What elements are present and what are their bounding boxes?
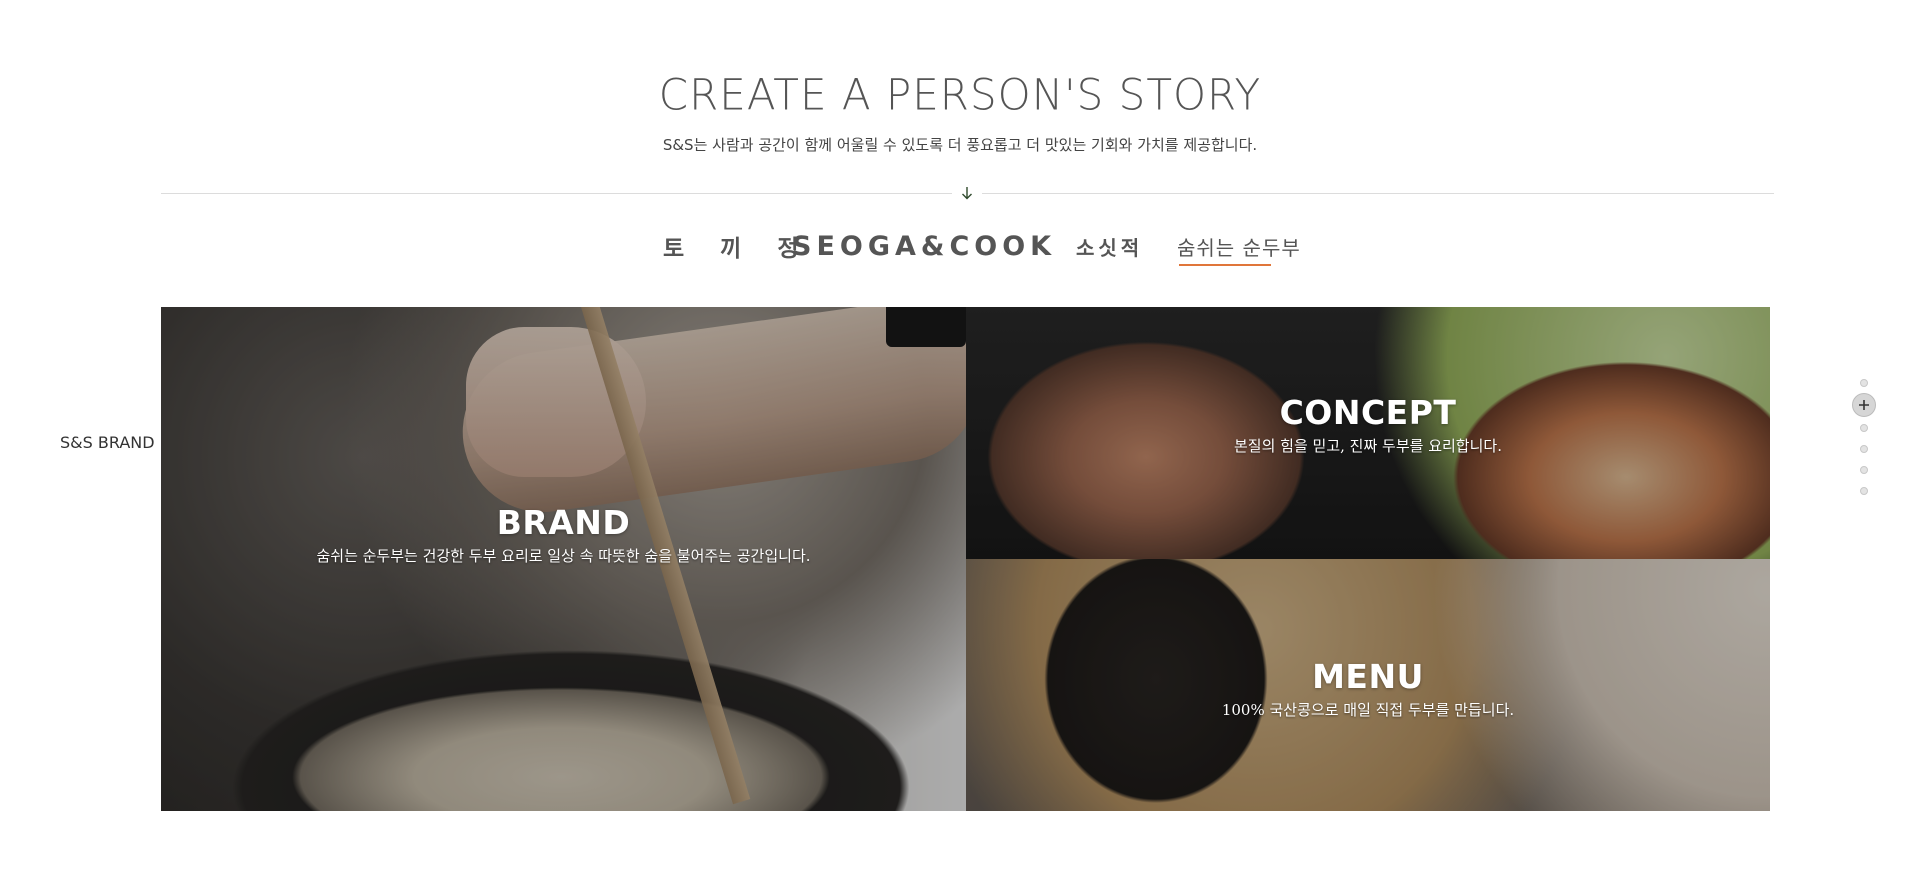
pager-dot-3[interactable] [1860,424,1868,432]
tab-tokkijeong[interactable]: 토 끼 정 [663,226,813,266]
tab-sosijeok[interactable]: 소싯적 [1076,226,1143,266]
panel-caption: BRAND 숨쉬는 순두부는 건강한 두부 요리로 일상 속 따뜻한 숨을 불어… [161,503,966,566]
tab-sumshineun-sundubu[interactable]: 숨쉬는 순두부 [1177,226,1301,266]
section-pager [1849,379,1879,503]
menu-panel[interactable]: MENU 100% 국산콩으로 매일 직접 두부를 만듭니다. [966,559,1770,811]
menu-subtitle: 100% 국산콩으로 매일 직접 두부를 만듭니다. [1221,701,1515,719]
pager-dot-1[interactable] [1860,379,1868,387]
brand-title: BRAND [496,503,631,542]
pager-dot-6[interactable] [1860,487,1868,495]
plus-icon [1859,400,1869,410]
tab-seoga-cook[interactable]: SEOGA&COOK [792,226,1056,266]
active-tab-underline [1179,264,1271,266]
brand-tabs: 토 끼 정 SEOGA&COOK 소싯적 숨쉬는 순두부 [0,226,1920,272]
section-title: CREATE A PERSON'S STORY [658,69,1262,120]
pager-dot-2-active[interactable] [1852,393,1876,417]
menu-title: MENU [1312,657,1424,696]
brand-subtitle: 숨쉬는 순두부는 건강한 두부 요리로 일상 속 따뜻한 숨을 불어주는 공간입… [316,547,811,565]
section-subtitle: S&S는 사람과 공간이 함께 어울릴 수 있도록 더 풍요롭고 더 맛있는 기… [662,136,1258,154]
arrow-down-icon [952,185,982,201]
brand-panel[interactable]: BRAND 숨쉬는 순두부는 건강한 두부 요리로 일상 속 따뜻한 숨을 불어… [161,307,966,811]
panel-caption: CONCEPT 본질의 힘을 믿고, 진짜 두부를 요리합니다. [966,393,1770,456]
concept-title: CONCEPT [1279,393,1457,432]
pager-dot-5[interactable] [1860,466,1868,474]
pager-dot-4[interactable] [1860,445,1868,453]
side-section-label: S&S BRAND [60,433,155,452]
panel-caption: MENU 100% 국산콩으로 매일 직접 두부를 만듭니다. [966,657,1770,720]
concept-panel[interactable]: CONCEPT 본질의 힘을 믿고, 진짜 두부를 요리합니다. [966,307,1770,559]
concept-subtitle: 본질의 힘을 믿고, 진짜 두부를 요리합니다. [1234,437,1502,455]
